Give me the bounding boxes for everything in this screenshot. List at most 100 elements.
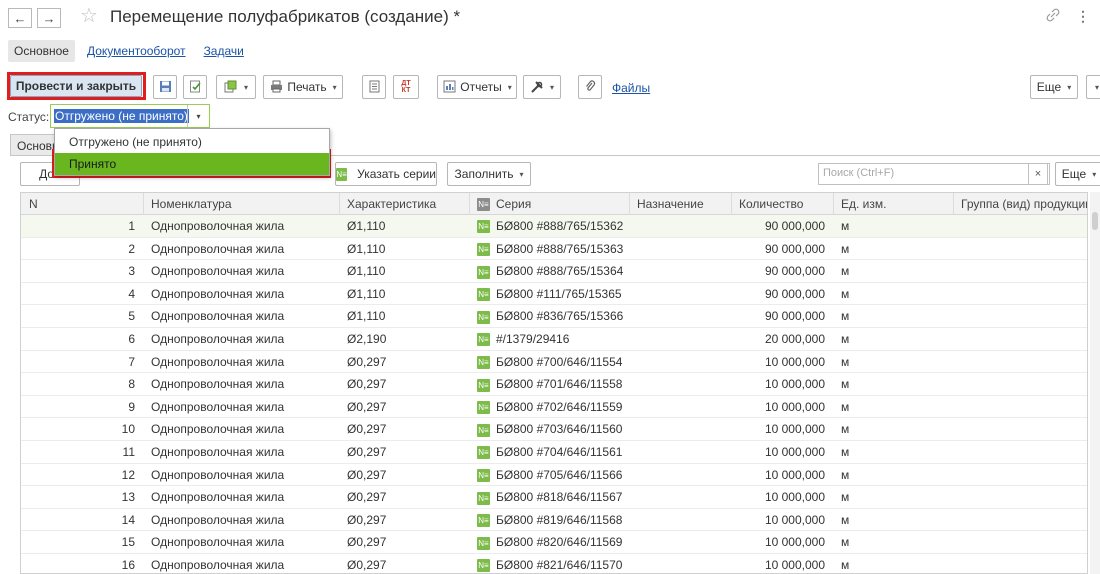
cell-item[interactable]: Однопроволочная жила bbox=[151, 264, 284, 278]
cell-series[interactable]: N≡ БØ800 #836/765/15366 bbox=[477, 309, 623, 324]
cell-n[interactable]: 14 bbox=[21, 513, 135, 527]
cell-characteristic[interactable]: Ø1,110 bbox=[347, 264, 385, 278]
cell-n[interactable]: 10 bbox=[21, 422, 135, 436]
cell-item[interactable]: Однопроволочная жила bbox=[151, 513, 284, 527]
cell-unit[interactable]: м bbox=[841, 422, 849, 436]
cell-series[interactable]: N≡ БØ800 #820/646/11569 bbox=[477, 535, 622, 550]
column-header-characteristic[interactable]: Характеристика bbox=[347, 197, 436, 211]
cell-item[interactable]: Однопроволочная жила bbox=[151, 287, 284, 301]
cell-characteristic[interactable]: Ø1,110 bbox=[347, 287, 385, 301]
cell-series[interactable]: N≡ БØ800 #703/646/11560 bbox=[477, 422, 622, 437]
table-more-button[interactable]: Еще ▾ bbox=[1055, 162, 1100, 186]
link-icon[interactable] bbox=[1046, 8, 1060, 25]
cell-series[interactable]: N≡ БØ800 #888/765/15363 bbox=[477, 242, 623, 256]
cell-characteristic[interactable]: Ø1,110 bbox=[347, 219, 385, 233]
cell-item[interactable]: Однопроволочная жила bbox=[151, 445, 284, 459]
cell-quantity[interactable]: 10 000,000 bbox=[721, 355, 825, 369]
cell-series[interactable]: N≡ БØ800 #821/646/11570 bbox=[477, 558, 622, 573]
section-docflow[interactable]: Документооборот bbox=[81, 40, 192, 62]
save-button[interactable] bbox=[153, 75, 177, 99]
cell-quantity[interactable]: 90 000,000 bbox=[721, 264, 825, 278]
cell-series[interactable]: N≡ БØ800 #111/765/15365 bbox=[477, 287, 622, 302]
cell-quantity[interactable]: 10 000,000 bbox=[721, 377, 825, 391]
cell-unit[interactable]: м bbox=[841, 377, 849, 391]
table-row[interactable]: 7 Однопроволочная жила Ø0,297 N≡ БØ800 #700/… bbox=[21, 351, 1087, 374]
section-main[interactable]: Основное bbox=[8, 40, 75, 62]
cell-unit[interactable]: м bbox=[841, 264, 849, 278]
dt-kt-button[interactable]: ДТ КТ bbox=[393, 75, 419, 99]
cell-item[interactable]: Однопроволочная жила bbox=[151, 558, 284, 572]
cell-series[interactable]: N≡ БØ800 #888/765/15364 bbox=[477, 264, 623, 279]
more-button[interactable]: Еще ▾ bbox=[1030, 75, 1078, 99]
cell-n[interactable]: 8 bbox=[21, 377, 135, 391]
column-header-destination[interactable]: Назначение bbox=[637, 197, 704, 211]
cell-item[interactable]: Однопроволочная жила bbox=[151, 400, 284, 414]
table-row[interactable]: 9 Однопроволочная жила Ø0,297 N≡ БØ800 #702/… bbox=[21, 396, 1087, 419]
cell-quantity[interactable]: 10 000,000 bbox=[721, 490, 825, 504]
cell-characteristic[interactable]: Ø0,297 bbox=[347, 400, 386, 414]
cell-n[interactable]: 3 bbox=[21, 264, 135, 278]
cell-item[interactable]: Однопроволочная жила bbox=[151, 377, 284, 391]
cell-unit[interactable]: м bbox=[841, 558, 849, 572]
column-header-unit[interactable]: Ед. изм. bbox=[841, 197, 886, 211]
cell-unit[interactable]: м bbox=[841, 400, 849, 414]
cell-n[interactable]: 7 bbox=[21, 355, 135, 369]
table-row[interactable]: 12 Однопроволочная жила Ø0,297 N≡ БØ800 #705… bbox=[21, 464, 1087, 487]
cell-quantity[interactable]: 90 000,000 bbox=[721, 219, 825, 233]
table-scrollbar[interactable] bbox=[1090, 192, 1100, 574]
tools-button[interactable]: ▾ bbox=[523, 75, 561, 99]
cell-item[interactable]: Однопроволочная жила bbox=[151, 468, 284, 482]
cell-characteristic[interactable]: Ø1,110 bbox=[347, 242, 385, 256]
cell-quantity[interactable]: 90 000,000 bbox=[721, 242, 825, 256]
status-dropdown-button[interactable]: ▾ bbox=[187, 105, 209, 127]
cell-characteristic[interactable]: Ø0,297 bbox=[347, 558, 386, 572]
cell-n[interactable]: 5 bbox=[21, 309, 135, 323]
cell-quantity[interactable]: 10 000,000 bbox=[721, 422, 825, 436]
column-header-item[interactable]: Номенклатура bbox=[151, 197, 232, 211]
table-row[interactable]: 5 Однопроволочная жила Ø1,110 N≡ БØ800 #836/… bbox=[21, 305, 1087, 328]
cell-n[interactable]: 2 bbox=[21, 242, 135, 256]
specify-series-button[interactable]: N≡ Указать серии bbox=[335, 162, 437, 186]
table-row[interactable]: 8 Однопроволочная жила Ø0,297 N≡ БØ800 #701/… bbox=[21, 373, 1087, 396]
cell-quantity[interactable]: 10 000,000 bbox=[721, 535, 825, 549]
cell-quantity[interactable]: 10 000,000 bbox=[721, 513, 825, 527]
structure-button[interactable] bbox=[362, 75, 386, 99]
cell-unit[interactable]: м bbox=[841, 309, 849, 323]
table-row[interactable]: 13 Однопроволочная жила Ø0,297 N≡ БØ800 #818… bbox=[21, 486, 1087, 509]
cell-unit[interactable]: м bbox=[841, 242, 849, 256]
cell-n[interactable]: 1 bbox=[21, 219, 135, 233]
cell-item[interactable]: Однопроволочная жила bbox=[151, 355, 284, 369]
status-select[interactable]: Отгружено (не принято) ▾ bbox=[50, 104, 210, 128]
cell-characteristic[interactable]: Ø0,297 bbox=[347, 377, 386, 391]
cell-quantity[interactable]: 10 000,000 bbox=[721, 468, 825, 482]
cell-item[interactable]: Однопроволочная жила bbox=[151, 242, 284, 256]
cell-characteristic[interactable]: Ø0,297 bbox=[347, 490, 386, 504]
cell-series[interactable]: N≡ БØ800 #819/646/11568 bbox=[477, 513, 622, 528]
cell-n[interactable]: 6 bbox=[21, 332, 135, 346]
cell-quantity[interactable]: 90 000,000 bbox=[721, 309, 825, 323]
post-and-close-button[interactable]: Провести и закрыть bbox=[10, 75, 142, 97]
cell-unit[interactable]: м bbox=[841, 490, 849, 504]
help-button[interactable]: ▾ bbox=[1086, 75, 1100, 99]
column-header-n[interactable]: N bbox=[29, 197, 38, 211]
post-button[interactable] bbox=[183, 75, 207, 99]
cell-characteristic[interactable]: Ø0,297 bbox=[347, 422, 386, 436]
cell-characteristic[interactable]: Ø0,297 bbox=[347, 468, 386, 482]
fill-button[interactable]: Заполнить ▾ bbox=[447, 162, 531, 186]
cell-series[interactable]: N≡ БØ800 #701/646/11558 bbox=[477, 377, 622, 392]
cell-item[interactable]: Однопроволочная жила bbox=[151, 219, 284, 233]
table-row[interactable]: 11 Однопроволочная жила Ø0,297 N≡ БØ800 #704… bbox=[21, 441, 1087, 464]
table-row[interactable]: 16 Однопроволочная жила Ø0,297 N≡ БØ800 #821… bbox=[21, 554, 1087, 573]
table-row[interactable]: 6 Однопроволочная жила Ø2,190 N≡ #/1379/2941… bbox=[21, 328, 1087, 351]
table-row[interactable]: 10 Однопроволочная жила Ø0,297 N≡ БØ800 #703… bbox=[21, 418, 1087, 441]
cell-n[interactable]: 12 bbox=[21, 468, 135, 482]
cell-n[interactable]: 9 bbox=[21, 400, 135, 414]
cell-unit[interactable]: м bbox=[841, 287, 849, 301]
forward-button[interactable]: → bbox=[37, 8, 61, 28]
cell-item[interactable]: Однопроволочная жила bbox=[151, 332, 284, 346]
cell-unit[interactable]: м bbox=[841, 445, 849, 459]
cell-item[interactable]: Однопроволочная жила bbox=[151, 490, 284, 504]
table-row[interactable]: 4 Однопроволочная жила Ø1,110 N≡ БØ800 #111/… bbox=[21, 283, 1087, 306]
cell-quantity[interactable]: 10 000,000 bbox=[721, 400, 825, 414]
favorite-star-icon[interactable]: ☆ bbox=[80, 6, 98, 26]
